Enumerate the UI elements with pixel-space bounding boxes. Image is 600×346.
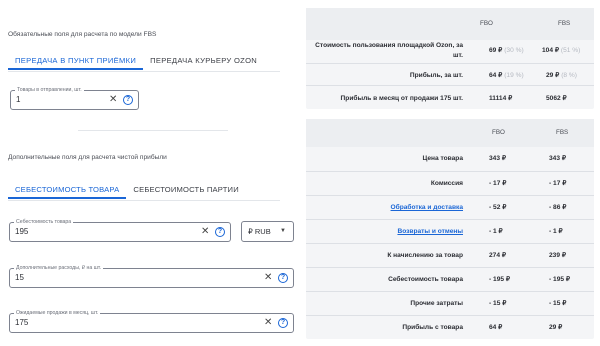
extra-expenses-input[interactable] — [15, 273, 185, 282]
breakdown-panel: FBO FBS Цена товара 343 ₽ 343 ₽ Комиссия - 1… — [306, 119, 594, 339]
fbo-percent: (30 %) — [504, 47, 524, 54]
fbo-amount: 64 ₽ — [489, 72, 503, 79]
row-link[interactable]: Обработка и доставка — [391, 203, 463, 213]
fbo-value: 64 ₽ — [489, 324, 503, 331]
row-label: Прибыль в месяц от продажи 175 шт. — [340, 95, 463, 102]
fbs-percent: (51 %) — [560, 47, 581, 54]
fbo-value: - 1 ₽ — [489, 228, 503, 235]
help-icon[interactable]: ? — [215, 227, 225, 237]
extra-expenses-label: Дополнительные расходы, ₽ на шт. — [14, 265, 104, 272]
calculator-inputs: Обязательные поля для расчета по модели … — [0, 0, 300, 346]
fbs-value: 29 ₽ (8 %) — [546, 71, 577, 81]
fbs-required-caption: Обязательные поля для расчета по модели … — [8, 31, 157, 38]
clear-icon[interactable]: ✕ — [264, 273, 272, 283]
summary-panel: FBO FBS Стоимость пользования площадкой … — [306, 8, 594, 109]
fbs-amount: 104 ₽ — [542, 47, 560, 54]
breakdown-col-fbs: FBS — [556, 129, 569, 136]
row-link[interactable]: Возвраты и отмены — [397, 227, 463, 237]
fbs-value: - 195 ₽ — [549, 276, 571, 283]
chevron-down-icon: ▼ — [280, 228, 286, 234]
fbo-value: - 15 ₽ — [489, 300, 507, 307]
fbs-value: - 86 ₽ — [549, 204, 567, 211]
extra-expenses-field: Дополнительные расходы, ₽ на шт. ✕ ? — [9, 265, 294, 288]
row-label-line: Стоимость пользования площадкой Ozon, за — [315, 42, 463, 49]
table-row: Возвраты и отмены - 1 ₽ - 1 ₽ — [306, 219, 594, 243]
fbo-value: 343 ₽ — [489, 155, 507, 162]
tab-drop-off-point[interactable]: ПЕРЕДАЧА В ПУНКТ ПРИЁМКИ — [8, 52, 144, 70]
fbo-percent: (19 %) — [504, 72, 524, 79]
fbs-value: - 15 ₽ — [549, 300, 567, 307]
table-row: Себестоимость товара - 195 ₽ - 195 ₽ — [306, 267, 594, 291]
fbs-percent: (8 %) — [561, 72, 577, 79]
delivery-tabs: ПЕРЕДАЧА В ПУНКТ ПРИЁМКИ ПЕРЕДАЧА КУРЬЕР… — [8, 52, 264, 70]
fbs-value: 5062 ₽ — [546, 95, 567, 102]
row-label: Себестоимость товара — [388, 276, 463, 283]
table-row: К начислению за товар 274 ₽ 239 ₽ — [306, 243, 594, 267]
profit-fields-caption: Дополнительные поля для расчета чистой п… — [8, 154, 167, 161]
monthly-sales-field: Ожидаемые продажи в месяц, шт. ✕ ? — [9, 310, 294, 333]
row-label-line: шт. — [453, 52, 463, 59]
fbo-value: 64 ₽ (19 %) — [489, 71, 524, 81]
table-row: Стоимость пользования площадкой Ozon, за… — [306, 40, 594, 63]
summary-header — [306, 8, 594, 40]
row-label: Прибыль, за шт. — [409, 72, 463, 79]
fbs-value: 239 ₽ — [549, 252, 567, 259]
fbo-value: 11114 ₽ — [489, 95, 513, 102]
items-per-shipment-label: Товары в отправлении, шт. — [15, 87, 84, 94]
summary-col-fbo: FBO — [480, 20, 493, 27]
table-row: Прибыль в месяц от продажи 175 шт. 11114… — [306, 85, 594, 109]
help-icon[interactable]: ? — [278, 318, 288, 328]
tab-batch-cost[interactable]: СЕБЕСТОИМОСТЬ ПАРТИИ — [126, 181, 246, 199]
fbs-amount: 29 ₽ — [546, 72, 560, 79]
row-label: Прибыль с товара — [402, 324, 463, 331]
fbs-value: 29 ₽ — [549, 324, 563, 331]
breakdown-header — [306, 119, 594, 147]
clear-icon[interactable]: ✕ — [109, 95, 117, 105]
fbo-value: - 17 ₽ — [489, 180, 507, 187]
row-label: Комиссия — [430, 180, 463, 187]
table-row: Прочие затраты - 15 ₽ - 15 ₽ — [306, 291, 594, 315]
fbs-value: 343 ₽ — [549, 155, 567, 162]
table-row: Прибыль, за шт. 64 ₽ (19 %) 29 ₽ (8 %) — [306, 63, 594, 85]
monthly-sales-label: Ожидаемые продажи в месяц, шт. — [14, 310, 101, 317]
breakdown-col-fbo: FBO — [492, 129, 505, 136]
cost-tabs-underline — [8, 200, 280, 201]
cost-tabs: СЕБЕСТОИМОСТЬ ТОВАРА СЕБЕСТОИМОСТЬ ПАРТИ… — [8, 181, 246, 199]
items-per-shipment-input[interactable] — [16, 95, 93, 104]
fbs-value: - 1 ₽ — [549, 228, 563, 235]
currency-select[interactable]: ₽ RUB ▼ — [241, 221, 294, 242]
fbo-value: - 195 ₽ — [489, 276, 511, 283]
table-row: Цена товара 343 ₽ 343 ₽ — [306, 147, 594, 171]
fbo-value: - 52 ₽ — [489, 204, 507, 211]
row-label: Стоимость пользования площадкой Ozon, за… — [315, 41, 463, 61]
table-row: Комиссия - 17 ₽ - 17 ₽ — [306, 171, 594, 195]
delivery-tabs-underline — [8, 71, 280, 72]
summary-col-fbs: FBS — [558, 20, 571, 27]
help-icon[interactable]: ? — [123, 95, 133, 105]
item-cost-field: Себестоимость товара ✕ ? — [9, 219, 231, 242]
fbs-value: - 17 ₽ — [549, 180, 567, 187]
row-label: К начислению за товар — [387, 252, 463, 259]
clear-icon[interactable]: ✕ — [201, 227, 209, 237]
table-row: Обработка и доставка - 52 ₽ - 86 ₽ — [306, 195, 594, 219]
tab-item-cost[interactable]: СЕБЕСТОИМОСТЬ ТОВАРА — [8, 181, 127, 199]
item-cost-input[interactable] — [15, 227, 147, 236]
items-per-shipment-field: Товары в отправлении, шт. ✕ ? — [10, 87, 139, 110]
table-row: Прибыль с товара 64 ₽ 29 ₽ — [306, 315, 594, 339]
clear-icon[interactable]: ✕ — [264, 318, 272, 328]
row-label: Цена товара — [422, 155, 463, 162]
fbo-value: 274 ₽ — [489, 252, 507, 259]
section-divider — [78, 130, 228, 131]
currency-value: ₽ RUB — [248, 227, 271, 236]
fbs-value: 104 ₽ (51 %) — [542, 46, 580, 56]
tab-ozon-courier[interactable]: ПЕРЕДАЧА КУРЬЕРУ OZON — [143, 52, 264, 70]
fbo-amount: 69 ₽ — [489, 47, 503, 54]
item-cost-label: Себестоимость товара — [14, 219, 74, 226]
fbo-value: 69 ₽ (30 %) — [489, 46, 524, 56]
monthly-sales-input[interactable] — [15, 318, 185, 327]
row-label: Прочие затраты — [410, 300, 463, 307]
help-icon[interactable]: ? — [278, 273, 288, 283]
